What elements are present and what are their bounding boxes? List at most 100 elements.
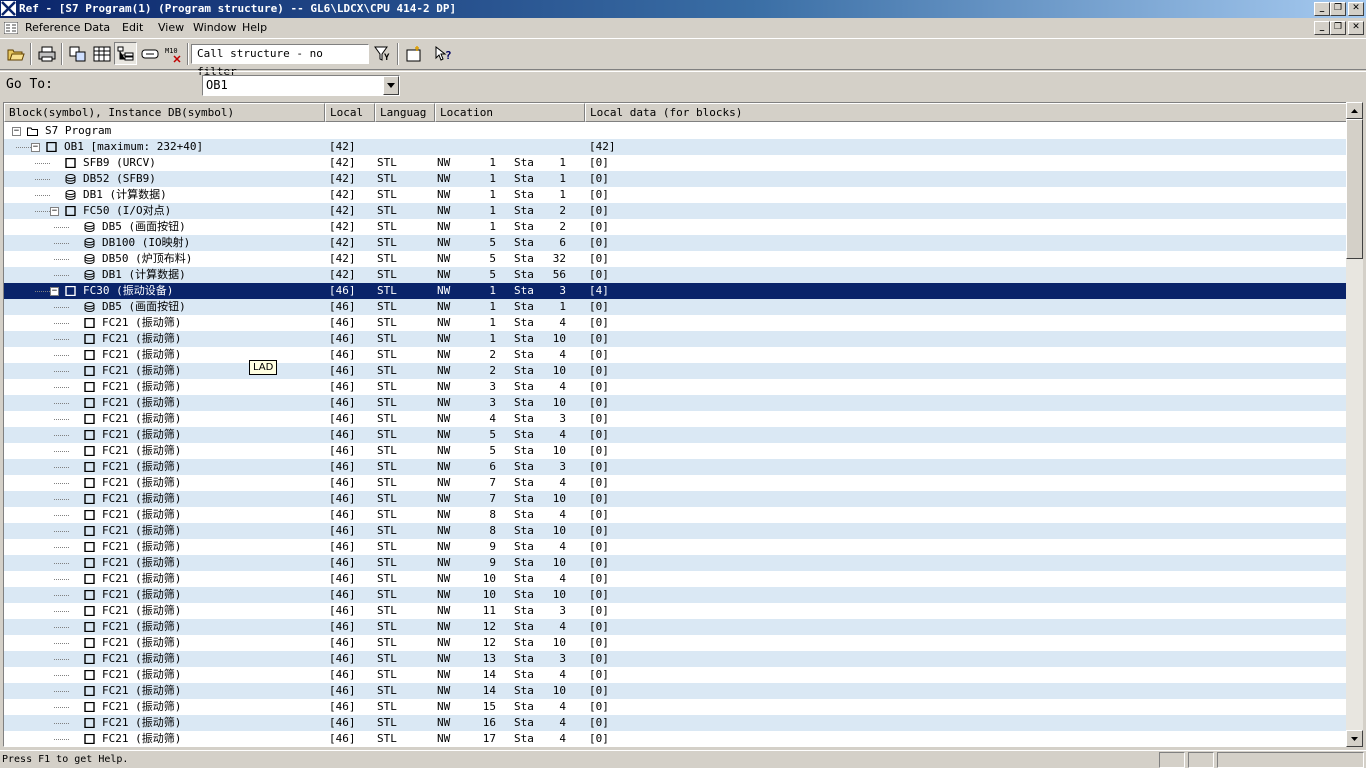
collapse-icon[interactable]: − [50,207,59,216]
tree-row[interactable]: FC21 (振动筛) [46] STL NW 12 Sta 10 [0] [4,635,1347,651]
tree-row[interactable]: DB100 (IO映射) [42] STL NW 5 Sta 6 [0] [4,235,1347,251]
document-window-icon[interactable] [4,22,18,34]
close-icon[interactable]: ✕ [1348,2,1364,16]
row-network-label: NW [437,524,451,537]
tree-row[interactable]: FC21 (振动筛) [46] STL NW 3 Sta 10 [0] [4,395,1347,411]
restore-icon[interactable]: ❐ [1330,2,1346,16]
column-header-block[interactable]: Block(symbol), Instance DB(symbol) [4,103,325,122]
row-network-number: 1 [489,300,496,313]
cross-reference-icon[interactable] [66,42,89,65]
menu-edit[interactable]: Edit [122,19,143,37]
tree-row[interactable]: FC21 (振动筛) [46] STL NW 14 Sta 4 [0] [4,667,1347,683]
vertical-scrollbar[interactable] [1346,102,1363,747]
tree-row[interactable]: FC21 (振动筛) [46] STL NW 8 Sta 10 [0] [4,523,1347,539]
tree-row[interactable]: − FC30 (振动设备) [46] STL NW 1 Sta 3 [4] [4,283,1347,299]
row-network-number: 5 [489,444,496,457]
tree-row[interactable]: DB1 (计算数据) [42] STL NW 5 Sta 56 [0] [4,267,1347,283]
tree-row[interactable]: DB1 (计算数据) [42] STL NW 1 Sta 1 [0] [4,187,1347,203]
collapse-icon[interactable]: − [50,287,59,296]
row-local-data: [0] [589,380,609,393]
tree-row[interactable]: FC21 (振动筛) [46] STL NW 2 Sta 4 [0] [4,347,1347,363]
tree-row[interactable]: FC21 (振动筛) [46] STL NW 14 Sta 10 [0] [4,683,1347,699]
tree-row[interactable]: FC21 (振动筛) [46] STL NW 11 Sta 3 [0] [4,603,1347,619]
tree-row[interactable]: SFB9 (URCV) [42] STL NW 1 Sta 1 [0] [4,155,1347,171]
chevron-down-icon[interactable] [383,76,399,95]
row-local-data: [0] [589,444,609,457]
row-block-name: DB100 (IO映射) [102,236,191,249]
row-network-number: 8 [489,508,496,521]
block-icon [84,494,95,504]
app-icon[interactable] [1,1,16,16]
tree-row[interactable]: FC21 (振动筛) [46] STL NW 16 Sta 4 [0] [4,715,1347,731]
scroll-up-icon[interactable] [1346,102,1363,119]
addresses-without-symbols-icon[interactable]: M10 [162,42,185,65]
row-network-number: 3 [489,396,496,409]
row-network-number: 10 [482,588,496,601]
menu-window[interactable]: Window [193,19,236,37]
tree-row[interactable]: FC21 (振动筛) [46] STL NW 12 Sta 4 [0] [4,619,1347,635]
tree-row[interactable]: FC21 (振动筛) [46] STL NW 1 Sta 10 [0] [4,331,1347,347]
tree-row[interactable]: FC21 (振动筛) [46] STL NW 4 Sta 3 [0] [4,411,1347,427]
tree-row[interactable]: FC21 (振动筛) [46] STL NW 8 Sta 4 [0] [4,507,1347,523]
tree-row[interactable]: FC21 (振动筛) [46] STL NW 5 Sta 4 [0] [4,427,1347,443]
tree-row[interactable]: FC21 (振动筛) [46] STL NW 7 Sta 4 [0] [4,475,1347,491]
tree-row[interactable]: DB52 (SFB9) [42] STL NW 1 Sta 1 [0] [4,171,1347,187]
tree-row[interactable]: FC21 (振动筛) [46] STL NW 17 Sta 4 [0] [4,731,1347,746]
tree-row[interactable]: − OB1 [maximum: 232+40] [42] [42] [4,139,1347,155]
svg-text:?: ? [445,49,452,62]
column-header-language[interactable]: Languag [375,103,435,122]
menu-reference-data[interactable]: Reference Data [25,19,110,37]
tree-row[interactable]: FC21 (振动筛) [46] STL NW 1 Sta 4 [0] [4,315,1347,331]
row-block-name: FC21 (振动筛) [102,364,182,377]
scroll-down-icon[interactable] [1346,730,1363,747]
open-icon[interactable] [4,42,27,65]
menu-view[interactable]: View [158,19,184,37]
minimize-icon[interactable]: _ [1314,2,1330,16]
row-language: STL [377,716,397,729]
tree-row[interactable]: FC21 (振动筛) [46] STL NW 9 Sta 10 [0] [4,555,1347,571]
collapse-icon[interactable]: − [31,143,40,152]
column-header-local-data[interactable]: Local data (for blocks) [585,103,1347,122]
row-block-name: FC21 (振动筛) [102,332,182,345]
assignment-icon[interactable] [90,42,113,65]
mdi-minimize-icon[interactable]: _ [1314,21,1330,35]
column-header-location[interactable]: Location [435,103,585,122]
tree-row[interactable]: FC21 (振动筛) [46] STL NW 13 Sta 3 [0] [4,651,1347,667]
row-local: [46] [329,700,356,713]
tree-row[interactable]: DB50 (炉顶布料) [42] STL NW 5 Sta 32 [0] [4,251,1347,267]
program-structure-icon[interactable] [114,42,137,65]
tree-row[interactable]: − FC50 (I/O对点) [42] STL NW 1 Sta 2 [0] [4,203,1347,219]
goto-combobox[interactable]: OB1 [202,75,400,96]
filter-select[interactable]: Call structure - no filter [191,44,369,78]
tree-row[interactable]: FC21 (振动筛) [46] STL NW 5 Sta 10 [0] [4,443,1347,459]
tree-row[interactable]: FC21 (振动筛) [46] STL NW 2 Sta 10 [0] [4,363,1347,379]
row-local-data: [0] [589,476,609,489]
new-window-icon[interactable] [402,42,425,65]
tree-row[interactable]: FC21 (振动筛) [46] STL NW 3 Sta 4 [0] [4,379,1347,395]
column-header-local[interactable]: Local [325,103,375,122]
goto-value[interactable]: OB1 [206,78,228,92]
row-statement-number: 4 [559,668,566,681]
tree-row[interactable]: − S7 Program [4,123,1347,139]
tree-row[interactable]: DB5 (画面按钮) [46] STL NW 1 Sta 1 [0] [4,299,1347,315]
tree-row[interactable]: DB5 (画面按钮) [42] STL NW 1 Sta 2 [0] [4,219,1347,235]
unused-symbols-icon[interactable] [138,42,161,65]
print-icon[interactable] [35,42,58,65]
row-statement-label: Sta [514,444,534,457]
tree-row[interactable]: FC21 (振动筛) [46] STL NW 15 Sta 4 [0] [4,699,1347,715]
block-icon [84,670,95,680]
menu-help[interactable]: Help [242,19,267,37]
tree-row[interactable]: FC21 (振动筛) [46] STL NW 10 Sta 4 [0] [4,571,1347,587]
scroll-thumb[interactable] [1346,119,1363,259]
mdi-close-icon[interactable]: ✕ [1348,21,1364,35]
help-icon[interactable]: ? [432,42,455,65]
tree-row[interactable]: FC21 (振动筛) [46] STL NW 6 Sta 3 [0] [4,459,1347,475]
collapse-icon[interactable]: − [12,127,21,136]
filter-icon[interactable]: Y [371,42,394,65]
tree-row[interactable]: FC21 (振动筛) [46] STL NW 7 Sta 10 [0] [4,491,1347,507]
block-icon [84,398,95,408]
row-language: STL [377,684,397,697]
tree-row[interactable]: FC21 (振动筛) [46] STL NW 10 Sta 10 [0] [4,587,1347,603]
mdi-restore-icon[interactable]: ❐ [1330,21,1346,35]
tree-row[interactable]: FC21 (振动筛) [46] STL NW 9 Sta 4 [0] [4,539,1347,555]
